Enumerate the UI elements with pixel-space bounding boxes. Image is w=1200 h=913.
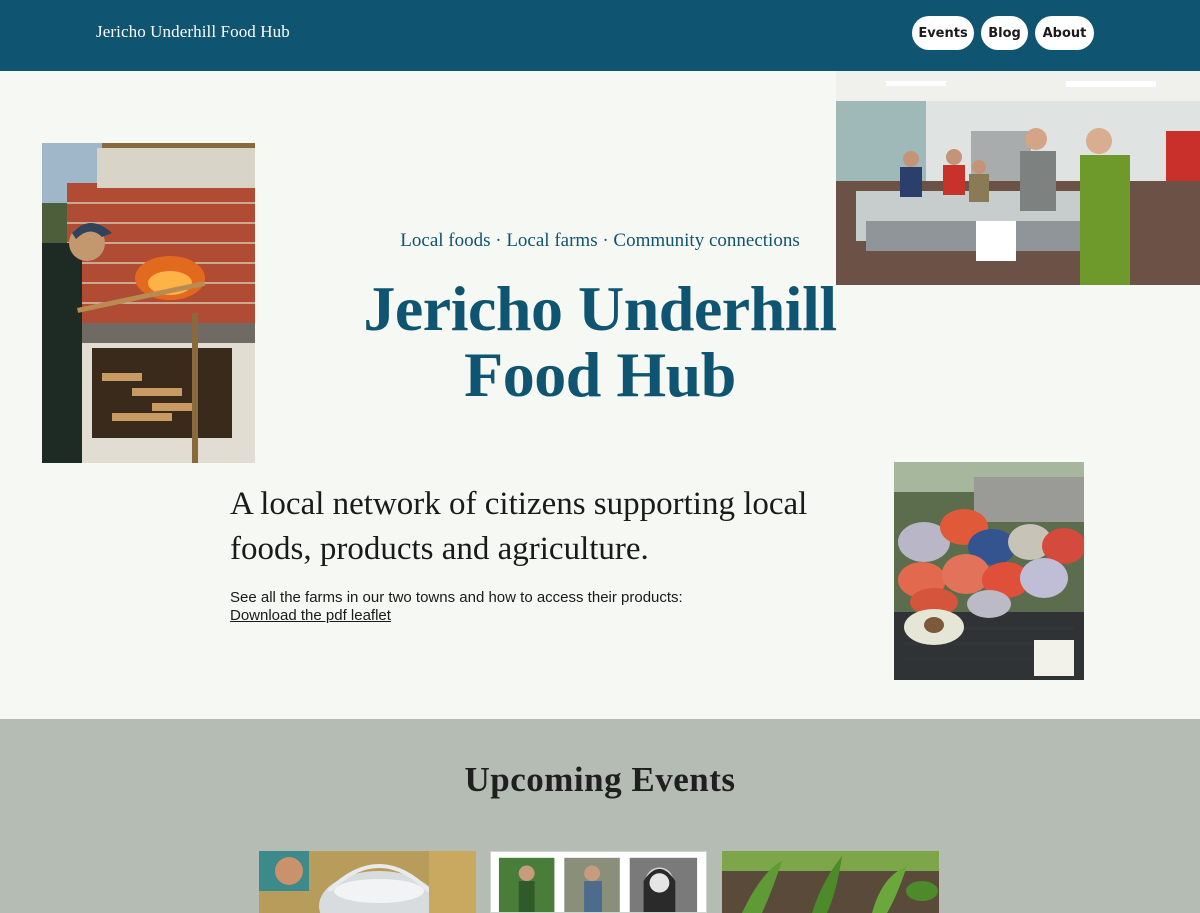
hero-tagline: Local foods · Local farms · Community co…	[400, 230, 800, 251]
nav-about-button[interactable]: About	[1035, 16, 1094, 50]
kitchen-volunteers-photo	[836, 71, 1200, 285]
download-leaflet-link[interactable]: Download the pdf leaflet	[230, 607, 391, 624]
nav-blog-button[interactable]: Blog	[981, 16, 1028, 50]
nav-events-button[interactable]: Events	[912, 16, 974, 50]
site-brand[interactable]: Jericho Underhill Food Hub	[96, 22, 290, 42]
site-header: Jericho Underhill Food Hub Events Blog A…	[0, 0, 1200, 71]
main-nav: Events Blog About	[912, 16, 1094, 50]
farms-note: See all the farms in our two towns and h…	[230, 589, 683, 606]
hero-title: Jericho Underhill Food Hub	[363, 273, 837, 410]
event-card-milk[interactable]	[259, 851, 476, 913]
potato-sacks-photo	[894, 462, 1084, 680]
hero-lead: A local network of citizens supporting l…	[230, 486, 808, 567]
event-card-farmers[interactable]	[490, 851, 707, 913]
pizza-oven-photo	[42, 143, 255, 463]
events-heading: Upcoming Events	[464, 760, 736, 799]
event-card-garden[interactable]	[722, 851, 939, 913]
